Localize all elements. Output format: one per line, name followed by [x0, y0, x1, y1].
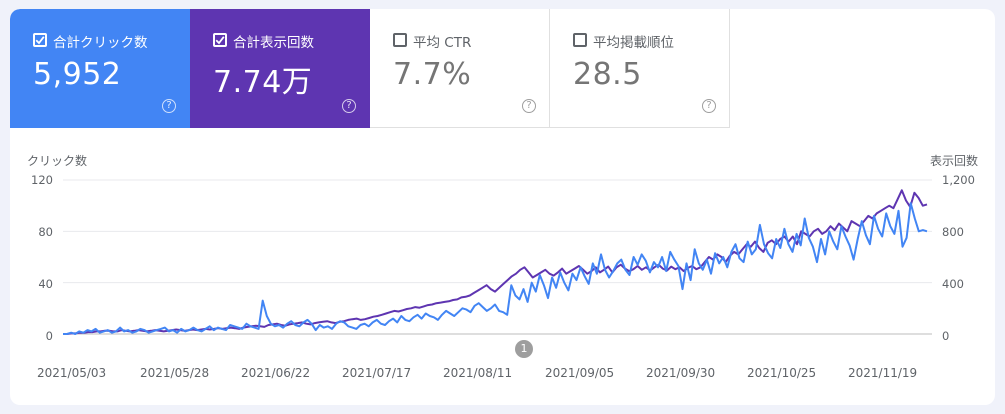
x-tick-label: 2021/05/28: [140, 366, 210, 380]
x-tick-label: 2021/09/30: [646, 366, 716, 380]
x-tick-label: 2021/06/22: [241, 366, 311, 380]
x-tick-label: 2021/07/17: [342, 366, 412, 380]
x-tick-label: 2021/09/05: [545, 366, 615, 380]
x-tick-label: 2021/11/19: [848, 366, 918, 380]
series-line-clicks: [63, 202, 928, 335]
x-tick-label: 2021/08/11: [443, 366, 513, 380]
annotation-marker[interactable]: 1: [515, 340, 533, 358]
series-line-impressions: [63, 189, 928, 335]
x-tick-label: 2021/10/25: [747, 366, 817, 380]
performance-card: 合計クリック数 5,952 ? 合計表示回数 7.74万 ? 平均 CTR 7.…: [10, 9, 995, 405]
x-tick-label: 2021/05/03: [37, 366, 107, 380]
chart-plot: [63, 179, 932, 335]
